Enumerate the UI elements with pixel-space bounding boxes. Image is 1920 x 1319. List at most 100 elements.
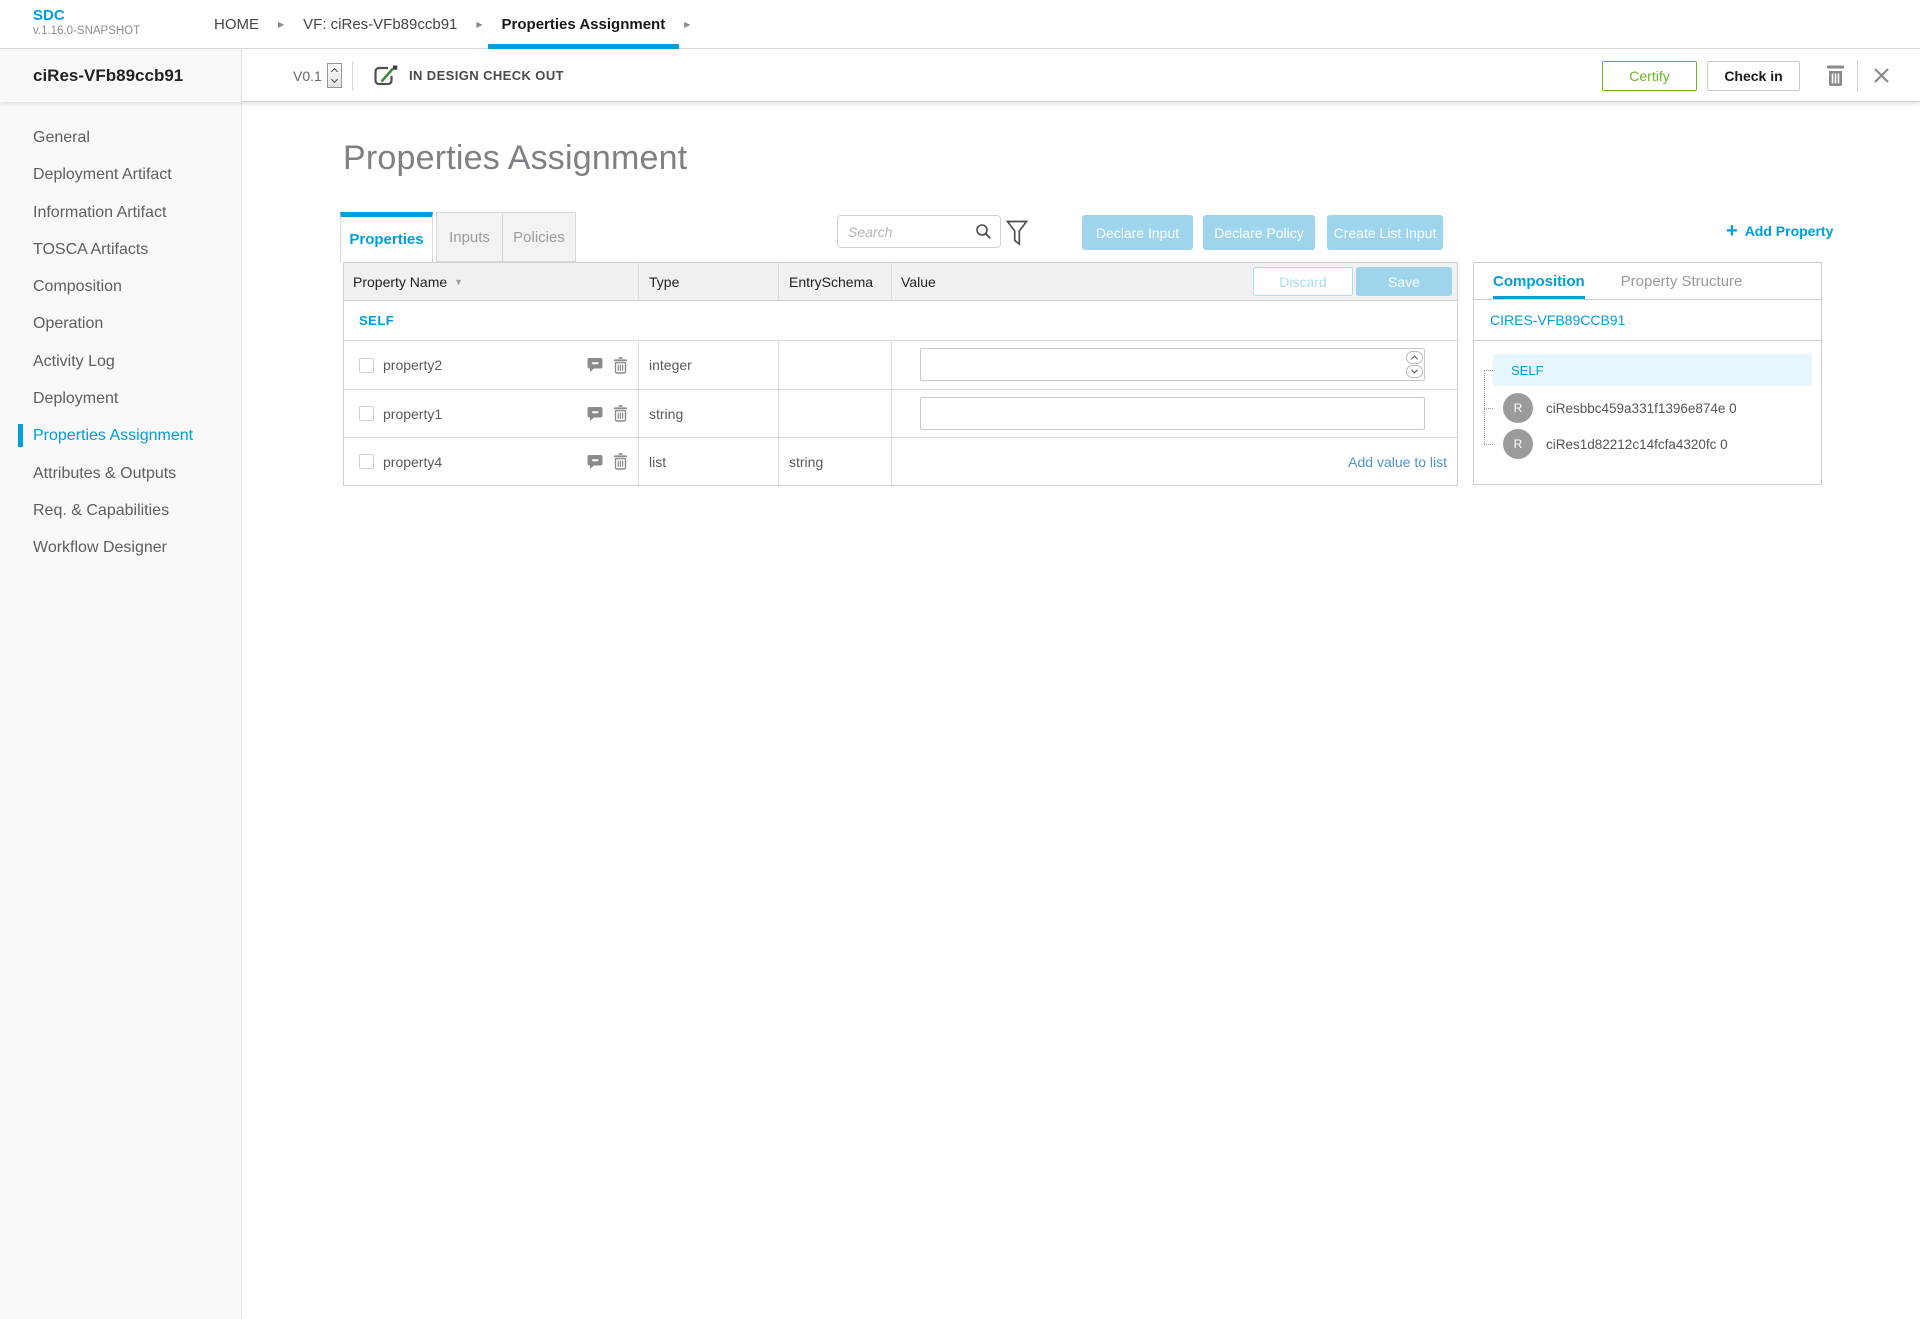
declare-input-button[interactable]: Declare Input — [1082, 215, 1193, 250]
header-type: Type — [638, 263, 778, 300]
value-input-wrapper — [920, 397, 1425, 430]
sidebar-item-composition[interactable]: Composition — [0, 268, 241, 305]
left-navigation-sidebar: General Deployment Artifact Information … — [0, 102, 242, 1319]
row-checkbox[interactable] — [359, 454, 374, 469]
composition-root-node[interactable]: CIRES-VFB89CCB91 — [1474, 300, 1821, 341]
certify-button[interactable]: Certify — [1602, 60, 1697, 91]
comment-icon[interactable] — [587, 406, 604, 422]
table-row: property2 integer — [344, 341, 1457, 389]
resource-avatar: R — [1503, 393, 1533, 423]
number-spinner — [1406, 351, 1423, 378]
table-header-actions: Discard Save — [1253, 267, 1452, 296]
chevron-down-icon — [1410, 366, 1419, 374]
property-type-cell: integer — [638, 341, 778, 389]
sidebar-menu: General Deployment Artifact Information … — [0, 102, 241, 567]
delete-property-icon[interactable] — [613, 356, 628, 374]
property-value-cell — [891, 390, 1457, 437]
sdc-logo[interactable]: SDC v.1.16.0-SNAPSHOT — [33, 7, 140, 39]
discard-button[interactable]: Discard — [1253, 267, 1353, 296]
property-type-cell: list — [638, 438, 778, 485]
version-selector[interactable]: V0.1 — [293, 49, 342, 102]
properties-tabs: Properties Inputs Policies — [340, 212, 576, 262]
property-entry-schema-cell — [778, 341, 891, 389]
breadcrumb: HOME ▶ VF: ciRes-VFb89ccb91 ▶ Properties… — [200, 0, 695, 49]
tab-properties[interactable]: Properties — [340, 212, 433, 262]
version-spinner[interactable] — [326, 63, 342, 88]
page-title: Properties Assignment — [343, 139, 688, 177]
breadcrumb-vf[interactable]: VF: ciRes-VFb89ccb91 — [289, 0, 471, 48]
property-name: property1 — [383, 405, 443, 422]
delete-property-icon[interactable] — [613, 405, 628, 422]
property-name-cell: property2 — [344, 341, 638, 389]
search-box — [837, 215, 1001, 248]
row-actions — [587, 356, 628, 374]
tree-node-instance[interactable]: R ciResbbc459a331f1396e874e 0 — [1503, 393, 1737, 423]
header-property-name[interactable]: Property Name ▼ — [344, 263, 638, 300]
search-input[interactable] — [838, 223, 975, 240]
delete-property-icon[interactable] — [613, 453, 628, 470]
table-row: property4 list string Add value to list — [344, 437, 1457, 485]
sidebar-item-req-capabilities[interactable]: Req. & Capabilities — [0, 492, 241, 529]
tab-policies[interactable]: Policies — [503, 212, 576, 262]
close-icon — [1874, 68, 1889, 83]
save-button[interactable]: Save — [1356, 267, 1452, 296]
properties-table: Property Name ▼ Type EntrySchema Value D… — [343, 262, 1458, 486]
breadcrumb-properties-assignment[interactable]: Properties Assignment — [487, 0, 680, 49]
close-button[interactable] — [1873, 67, 1890, 84]
property-name: property4 — [383, 453, 443, 470]
sidebar-item-operation[interactable]: Operation — [0, 305, 241, 342]
row-checkbox[interactable] — [359, 406, 374, 421]
tree-connector-stub — [1484, 444, 1493, 445]
lifecycle-status-text: IN DESIGN CHECK OUT — [409, 68, 564, 83]
toolbar-divider — [1857, 59, 1858, 92]
property-value-input[interactable] — [921, 356, 1406, 373]
comment-icon[interactable] — [587, 454, 604, 470]
add-value-to-list-link[interactable]: Add value to list — [1348, 454, 1457, 470]
breadcrumb-arrow-icon: ▶ — [278, 19, 285, 29]
delete-resource-button[interactable] — [1825, 64, 1846, 87]
resource-toolbar: ciRes-VFb89ccb91 V0.1 IN DESIGN CHECK OU… — [0, 49, 1920, 102]
sidebar-item-properties-assignment[interactable]: Properties Assignment — [0, 417, 241, 454]
sdc-logo-version: v.1.16.0-SNAPSHOT — [33, 25, 141, 37]
sidebar-item-attributes-outputs[interactable]: Attributes & Outputs — [0, 455, 241, 492]
resource-name-header: ciRes-VFb89ccb91 — [0, 49, 242, 102]
chevron-up-icon — [1410, 355, 1419, 363]
sidebar-item-information-artifact[interactable]: Information Artifact — [0, 194, 241, 231]
tab-composition[interactable]: Composition — [1493, 263, 1585, 299]
property-name: property2 — [383, 357, 443, 373]
sidebar-item-tosca-artifacts[interactable]: TOSCA Artifacts — [0, 231, 241, 268]
self-group-label[interactable]: SELF — [359, 313, 394, 328]
comment-icon[interactable] — [587, 357, 604, 373]
filter-funnel-icon[interactable] — [1005, 220, 1029, 252]
check-in-button[interactable]: Check in — [1707, 60, 1800, 91]
table-header-row: Property Name ▼ Type EntrySchema Value D… — [344, 263, 1457, 301]
tab-property-structure[interactable]: Property Structure — [1621, 263, 1743, 299]
tree-node-self[interactable]: SELF — [1493, 354, 1812, 386]
breadcrumb-home[interactable]: HOME — [200, 0, 273, 48]
tree-connector-line — [1484, 370, 1485, 444]
plus-icon: + — [1726, 220, 1738, 242]
property-entry-schema-cell — [778, 390, 891, 437]
row-actions — [587, 405, 628, 422]
sidebar-item-deployment[interactable]: Deployment — [0, 380, 241, 417]
sidebar-item-activity-log[interactable]: Activity Log — [0, 343, 241, 380]
sidebar-item-workflow-designer[interactable]: Workflow Designer — [0, 529, 241, 566]
property-value-input[interactable] — [921, 405, 1424, 422]
tab-inputs[interactable]: Inputs — [436, 212, 503, 262]
add-property-button[interactable]: + Add Property — [1726, 221, 1833, 241]
sidebar-item-general[interactable]: General — [0, 119, 241, 156]
row-actions — [587, 453, 628, 470]
decrement-button[interactable] — [1406, 365, 1423, 378]
row-checkbox[interactable] — [359, 357, 374, 373]
toolbar-actions: Certify Check in — [1602, 49, 1890, 102]
property-type-cell: string — [638, 390, 778, 437]
search-icon[interactable] — [975, 223, 1000, 240]
increment-button[interactable] — [1406, 351, 1423, 364]
create-list-input-button[interactable]: Create List Input — [1327, 215, 1443, 250]
sidebar-item-deployment-artifact[interactable]: Deployment Artifact — [0, 156, 241, 193]
declare-policy-button[interactable]: Declare Policy — [1203, 215, 1315, 250]
spinner-up-icon — [330, 67, 338, 76]
tree-connector-stub — [1484, 370, 1493, 371]
trash-icon — [1827, 65, 1844, 86]
tree-node-instance[interactable]: R ciRes1d82212c14fcfa4320fc 0 — [1503, 429, 1728, 459]
